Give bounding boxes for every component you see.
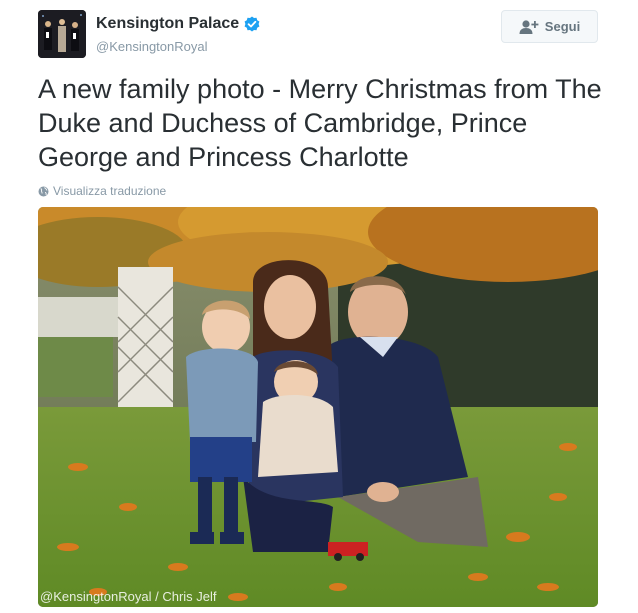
tweet-header: Kensington Palace @KensingtonRoyal Segui [38, 10, 598, 58]
follow-button[interactable]: Segui [501, 10, 598, 43]
translate-link[interactable]: Visualizza traduzione [38, 184, 166, 198]
user-handle[interactable]: @KensingtonRoyal [96, 39, 207, 54]
verified-badge-icon [244, 16, 260, 32]
family-photo-image [38, 207, 598, 607]
follow-button-label: Segui [544, 19, 581, 34]
translate-label: Visualizza traduzione [53, 184, 167, 198]
avatar[interactable] [38, 10, 86, 58]
tweet-photo[interactable]: @KensingtonRoyal / Chris Jelf [38, 207, 598, 607]
photo-watermark: @KensingtonRoyal / Chris Jelf [40, 589, 217, 604]
tweet-text: A new family photo - Merry Christmas fro… [38, 74, 602, 172]
add-user-icon [519, 19, 539, 35]
globe-icon [38, 186, 49, 197]
name-row: Kensington Palace [96, 15, 260, 33]
display-name[interactable]: Kensington Palace [96, 15, 239, 33]
